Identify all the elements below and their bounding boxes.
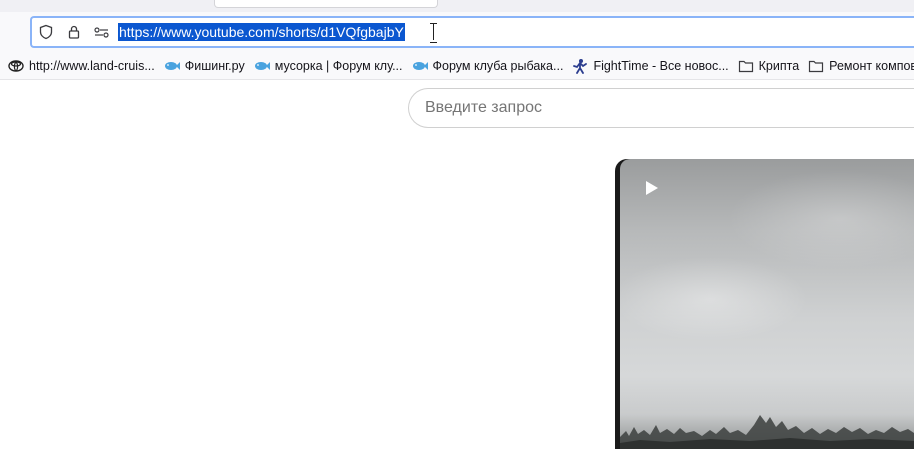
address-bar[interactable]: https://www.youtube.com/shorts/d1VQfgbaj… bbox=[30, 16, 914, 48]
shield-icon[interactable] bbox=[32, 18, 60, 46]
search-input[interactable] bbox=[425, 99, 914, 117]
navigation-toolbar: https://www.youtube.com/shorts/d1VQfgbaj… bbox=[0, 12, 914, 52]
url-text-selected[interactable]: https://www.youtube.com/shorts/d1VQfgbaj… bbox=[118, 23, 405, 41]
lock-icon[interactable] bbox=[60, 18, 88, 46]
tab-strip bbox=[0, 0, 914, 12]
play-icon[interactable] bbox=[644, 179, 660, 197]
folder-icon bbox=[737, 58, 755, 74]
bookmarks-toolbar: http://www.land-cruis... Фишинг.ру мусор… bbox=[0, 52, 914, 80]
permissions-icon[interactable] bbox=[88, 18, 116, 46]
shorts-video-player[interactable] bbox=[615, 159, 914, 449]
url-field[interactable]: https://www.youtube.com/shorts/d1VQfgbaj… bbox=[118, 18, 439, 46]
search-box[interactable] bbox=[408, 88, 914, 128]
active-tab[interactable] bbox=[214, 0, 438, 8]
text-cursor-icon bbox=[429, 23, 439, 43]
bookmark-fighttime[interactable]: FightTime - Все новос... bbox=[569, 54, 734, 78]
toyota-logo-icon bbox=[7, 58, 25, 74]
bookmark-fishing-ru[interactable]: Фишинг.ру bbox=[161, 54, 251, 78]
video-frame[interactable] bbox=[620, 159, 914, 449]
fighter-icon bbox=[571, 58, 589, 74]
fish-icon bbox=[163, 58, 181, 74]
bookmark-musorka-forum[interactable]: мусорка | Форум клу... bbox=[251, 54, 409, 78]
treeline-image bbox=[620, 415, 914, 449]
bookmark-folder-kripta[interactable]: Крипта bbox=[735, 54, 806, 78]
bookmark-fisherman-forum[interactable]: Форум клуба рыбака... bbox=[409, 54, 570, 78]
folder-icon bbox=[807, 58, 825, 74]
fish-icon bbox=[411, 58, 429, 74]
bookmark-folder-remont[interactable]: Ремонт компов bbox=[805, 54, 914, 78]
fish-icon bbox=[253, 58, 271, 74]
bookmark-land-cruiser[interactable]: http://www.land-cruis... bbox=[5, 54, 161, 78]
